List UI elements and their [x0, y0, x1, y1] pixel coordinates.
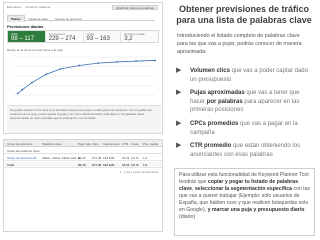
curve-point — [59, 68, 62, 70]
table-cell: 1,2 — [143, 156, 148, 160]
column-header[interactable]: Palabras clave — [42, 142, 62, 146]
column-header[interactable]: Grupo de anuncios — [7, 142, 32, 146]
chart-marks — [16, 59, 156, 95]
info-strong: seleccionar la segmentación específica — [194, 186, 293, 192]
stat-value: 93 – 163 — [86, 36, 110, 42]
curve-point — [97, 62, 100, 65]
info-text: (diario) — [179, 214, 196, 220]
keyword-planner-screenshot: Estimación Introducir palabras Modificar… — [3, 2, 163, 238]
arrow-right-icon: ▶ — [176, 119, 182, 127]
curve-point — [45, 73, 48, 76]
stats-bar: Clics 98 – 117 Impresiones 229 – 274 Cos… — [7, 30, 159, 43]
table-footer: 1 - 1 de 1 grupo de anuncios — [4, 169, 162, 175]
table-cell: 193 9,81 — [103, 156, 115, 160]
list-item: ▶ CPCs promedios que vas a pagar en la c… — [176, 120, 316, 137]
table-subheader: Todas las palabras clave — [4, 148, 162, 154]
table-cell: Total — [7, 163, 14, 167]
curve-point — [16, 92, 19, 95]
curve-point — [78, 64, 81, 67]
pagination-text: 1 - 1 de 1 grupo de anuncios — [119, 170, 158, 174]
curve-point — [154, 59, 156, 62]
table-cell: tráfico, visitas, tráfico web, w... — [42, 156, 83, 160]
bid-curve-chart[interactable] — [7, 53, 159, 101]
column-header[interactable]: CTR — [122, 142, 128, 146]
stat-value: 3,2 — [124, 36, 133, 42]
breadcrumb-item[interactable]: Introducir palabras — [26, 5, 51, 9]
column-header[interactable]: Clics — [92, 142, 99, 146]
subheader-cell: Todas las palabras clave — [7, 149, 40, 153]
ad-group-table: Grupo de anuncios Palabras clave Puja má… — [3, 139, 163, 232]
bullet-strong: por palabras — [206, 98, 243, 105]
curve-point — [135, 60, 137, 62]
stat-value: 229 – 274 — [48, 36, 76, 42]
stat-clicks[interactable]: Clics 98 – 117 — [8, 31, 46, 42]
table-total-row: Total $0,16 271 38 193 9,81 31,01 3,2 % … — [4, 162, 162, 168]
intro-paragraph: Introduciendo el listado completo de pal… — [177, 33, 302, 55]
table-cell: 3,2 % — [131, 163, 139, 167]
breadcrumb-item[interactable]: Estimación — [7, 5, 22, 9]
stat-impressions[interactable]: Impresiones 229 – 274 — [46, 31, 84, 42]
tab-plans[interactable]: Planes — [7, 15, 25, 22]
table-cell: 31,01 — [122, 156, 130, 160]
table-cell: 193 9,81 — [103, 163, 115, 167]
table-cell: $0,16 — [78, 163, 86, 167]
stat-avg-position[interactable]: Posición media 3,2 — [121, 31, 158, 42]
table-cell: 271 38 — [92, 163, 102, 167]
stat-value: 98 – 117 — [11, 36, 34, 42]
info-banner: Se puede obtener entre clics si se cambi… — [7, 105, 161, 133]
tab-bar: Planes Palabras clave Grupos de anuncios — [7, 15, 155, 22]
table-row[interactable]: Grupo de anuncios #1 tráfico, visitas, t… — [4, 155, 162, 161]
bid-curve-line — [17, 60, 156, 94]
table-cell: 1,2 — [143, 163, 148, 167]
bullet-strong: Pujas aproximadas — [190, 90, 245, 97]
section-title: Previsiones diarias — [7, 24, 44, 29]
table-header: Grupo de anuncios Palabras clave Puja má… — [4, 140, 162, 147]
arrow-right-icon: ▶ — [176, 89, 182, 97]
ad-group-link[interactable]: Grupo de anuncios #1 — [7, 156, 37, 160]
benefit-list: ▶ Volumen clics que vas a poder captar d… — [176, 67, 316, 164]
curve-point — [31, 81, 33, 84]
tab-ad-groups[interactable]: Grupos de anuncios — [52, 16, 85, 22]
column-header[interactable]: Pos. media — [143, 142, 158, 146]
info-strong: y marcar una puja y presupuesto diario — [207, 207, 305, 213]
bullet-strong: Volumen clics — [190, 68, 230, 74]
breadcrumb: Estimación Introducir palabras — [7, 5, 53, 9]
column-header[interactable]: Impresiones — [103, 142, 119, 146]
tab-keywords[interactable]: Palabras clave — [26, 16, 52, 22]
curve-point — [116, 61, 119, 63]
bullet-strong: CTR promedio — [190, 143, 232, 150]
table-cell: 31,01 — [122, 163, 130, 167]
column-header[interactable]: Coste — [131, 142, 139, 146]
table-cell: 271 38 — [92, 156, 102, 160]
arrow-right-icon: ▶ — [176, 142, 182, 150]
bullet-strong: CPCs promedios — [190, 120, 239, 127]
list-item: ▶ CTR promedio que están obteniendo los … — [176, 142, 316, 159]
column-header[interactable]: Puja máx. — [78, 142, 91, 146]
banner-text: Se puede obtener entre clics si se cambi… — [10, 108, 152, 120]
list-item: ▶ Pujas aproximadas que vas a tener que … — [176, 89, 316, 115]
curve-point — [21, 88, 24, 91]
arrow-right-icon: ▶ — [176, 67, 182, 74]
table-cell[interactable]: $0,16 — [78, 156, 86, 160]
list-item: ▶ Volumen clics que vas a poder captar d… — [176, 67, 316, 84]
forecast-panel: Estimación Introducir palabras Modificar… — [3, 2, 163, 134]
instructions-box: Para utilizar esta funcionalidad de Keyw… — [174, 168, 315, 236]
chart-title: Rango de la curva de puja frente a la pu… — [7, 48, 63, 52]
slide-title: Obtener previsiones de tráfico para una … — [176, 4, 312, 25]
modify-traffic-button[interactable]: Modificar tráfico de palabras — [112, 5, 158, 10]
stat-cost[interactable]: Coste 93 – 163 — [84, 31, 122, 42]
chart-grid — [13, 56, 155, 96]
table-cell: 3,2 % — [131, 156, 139, 160]
